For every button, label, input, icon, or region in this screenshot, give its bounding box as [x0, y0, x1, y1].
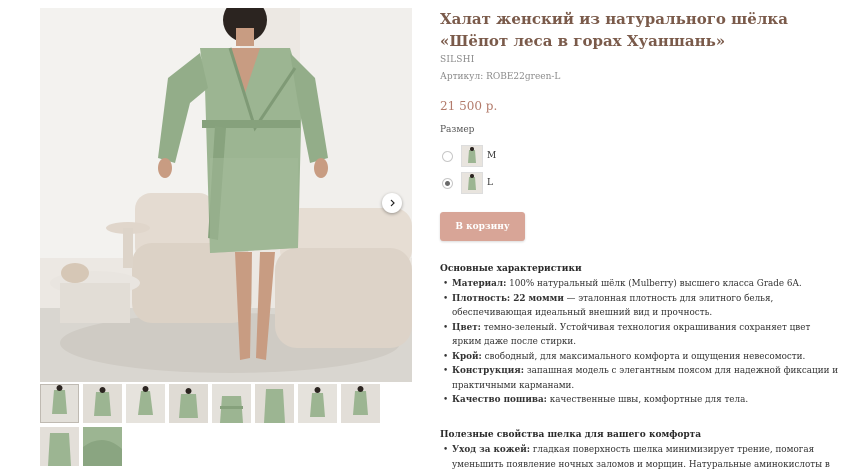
thumbnail[interactable] — [169, 384, 208, 423]
list-item: Материал: 100% натуральный шёлк (Mulberr… — [440, 277, 840, 292]
benefits-title: Полезные свойства шелка для вашего комфо… — [440, 430, 702, 440]
list-item: Уход за кожей: гладкая поверхность шелка… — [440, 443, 840, 472]
thumbnail[interactable] — [212, 384, 251, 423]
size-thumbnail — [461, 145, 483, 167]
size-thumbnail — [461, 172, 483, 194]
product-price: 21 500 р. — [440, 99, 498, 113]
size-option-l[interactable]: L — [442, 172, 493, 194]
size-option-m[interactable]: M — [442, 145, 496, 167]
size-label: Размер — [440, 125, 475, 135]
list-item: Плотность: 22 момми — эталонная плотност… — [440, 292, 840, 321]
product-photo — [40, 8, 412, 382]
radio-button-selected[interactable] — [442, 177, 453, 189]
chevron-right-icon — [390, 199, 395, 207]
main-specs-list: Материал: 100% натуральный шёлк (Mulberr… — [440, 277, 840, 408]
gallery-next-button[interactable] — [382, 193, 402, 213]
thumbnail[interactable] — [255, 384, 294, 423]
product-gallery[interactable] — [40, 8, 412, 382]
thumbnail[interactable] — [341, 384, 380, 423]
thumbnail[interactable] — [298, 384, 337, 423]
main-specs-title: Основные характеристики — [440, 264, 582, 274]
add-to-cart-button[interactable]: В корзину — [440, 212, 525, 241]
brand-name[interactable]: SILSHI — [440, 55, 474, 65]
list-item: Конструкция: запашная модель с элегантны… — [440, 364, 840, 393]
thumbnail[interactable] — [83, 384, 122, 423]
thumbnail[interactable] — [40, 384, 79, 423]
list-item: Качество пошива: качественные швы, комфо… — [440, 393, 840, 408]
radio-button[interactable] — [442, 150, 453, 162]
list-item: Цвет: темно-зеленый. Устойчивая технолог… — [440, 321, 840, 350]
thumbnail[interactable] — [40, 427, 79, 466]
product-sku: Артикул: ROBE22green-L — [440, 72, 561, 82]
list-item: Крой: свободный, для максимального комфо… — [440, 350, 840, 365]
thumbnail[interactable] — [83, 427, 122, 466]
size-option-label: L — [487, 178, 493, 188]
benefits-list: Уход за кожей: гладкая поверхность шелка… — [440, 443, 840, 472]
product-title: Халат женский из натурального шёлка «Шёп… — [440, 10, 788, 50]
size-option-label: M — [487, 151, 497, 161]
thumbnail[interactable] — [126, 384, 165, 423]
